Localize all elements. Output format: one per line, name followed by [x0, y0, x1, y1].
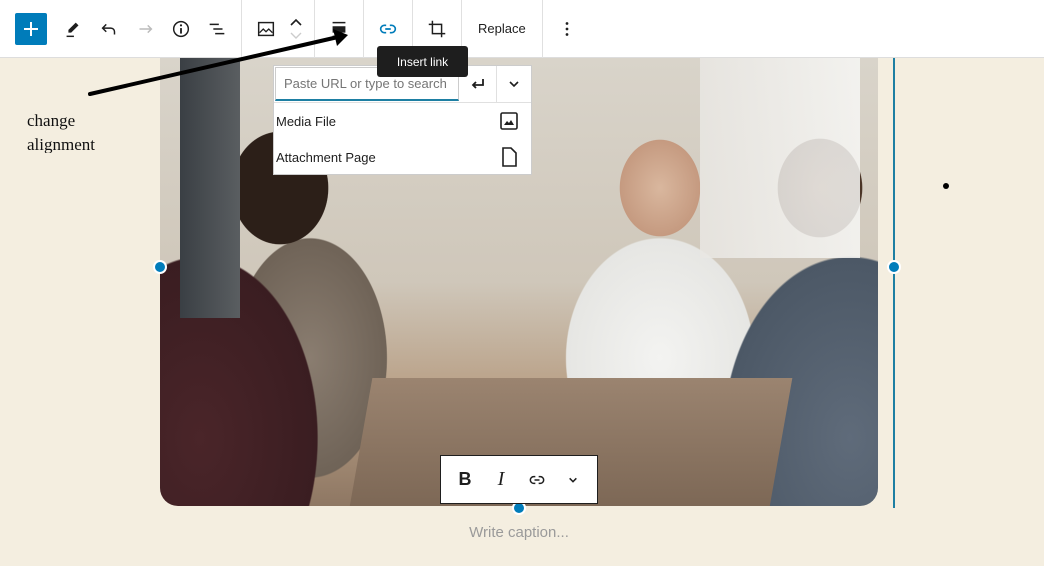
redo-icon — [139, 24, 153, 33]
crop-button[interactable] — [419, 11, 455, 47]
chevron-up-icon[interactable] — [288, 15, 304, 29]
list-view-button[interactable] — [199, 11, 235, 47]
align-icon — [332, 21, 346, 37]
link-popover: Paste URL or type to search Media File A… — [273, 65, 532, 175]
replace-button[interactable]: Replace — [468, 21, 536, 36]
attachment-page-option[interactable]: Attachment Page — [274, 139, 531, 175]
resize-handle-right[interactable] — [887, 260, 901, 274]
bold-button[interactable]: B — [448, 463, 482, 497]
photo-window — [700, 58, 860, 258]
insert-link-tooltip: Insert link — [377, 46, 468, 77]
options-group — [543, 0, 591, 58]
chevron-down-icon — [509, 81, 519, 88]
undo-button[interactable] — [91, 11, 127, 47]
tools-button[interactable] — [55, 11, 91, 47]
list-view-icon — [209, 23, 225, 34]
move-buttons — [284, 15, 308, 43]
crop-icon — [428, 20, 446, 37]
link-settings-toggle[interactable] — [497, 66, 531, 102]
media-file-option[interactable]: Media File — [274, 103, 531, 139]
link-icon — [379, 24, 397, 33]
link-icon — [529, 475, 545, 484]
stray-dot — [943, 183, 949, 189]
image-icon — [257, 21, 275, 36]
enter-icon — [471, 79, 484, 89]
page-icon — [502, 147, 517, 167]
info-icon — [172, 20, 190, 37]
undo-icon — [101, 23, 116, 34]
caption-link-button[interactable] — [520, 463, 554, 497]
add-block-button[interactable] — [15, 12, 47, 45]
align-group — [315, 0, 364, 58]
attachment-page-label: Attachment Page — [276, 149, 376, 165]
redo-button[interactable] — [127, 11, 163, 47]
change-alignment-annotation: change alignment — [27, 109, 95, 153]
details-button[interactable] — [163, 11, 199, 47]
plus-icon — [24, 21, 38, 36]
media-icon — [500, 112, 518, 130]
insert-link-button[interactable] — [370, 11, 406, 47]
caption-input[interactable]: Write caption... — [0, 524, 1038, 541]
resize-edge[interactable] — [893, 58, 895, 508]
block-switcher-group — [242, 0, 315, 58]
italic-button[interactable]: I — [484, 463, 518, 497]
media-file-label: Media File — [276, 113, 336, 129]
annotation-line-1: change — [27, 111, 76, 130]
annotation-line-2: alignment — [27, 135, 95, 153]
block-type-button[interactable] — [248, 11, 284, 47]
photo-pillar — [180, 58, 240, 318]
more-formatting-button[interactable] — [556, 463, 590, 497]
document-tools — [0, 0, 242, 58]
more-vertical-icon — [565, 21, 569, 36]
block-toolbar: Replace — [0, 0, 1044, 58]
more-options-button[interactable] — [549, 11, 585, 47]
change-alignment-button[interactable] — [321, 11, 357, 47]
caption-toolbar: B I — [440, 455, 598, 504]
pencil-icon — [66, 22, 79, 37]
chevron-down-icon[interactable] — [288, 29, 304, 43]
resize-handle-left[interactable] — [153, 260, 167, 274]
replace-group: Replace — [462, 0, 543, 58]
chevron-down-icon — [569, 477, 577, 483]
